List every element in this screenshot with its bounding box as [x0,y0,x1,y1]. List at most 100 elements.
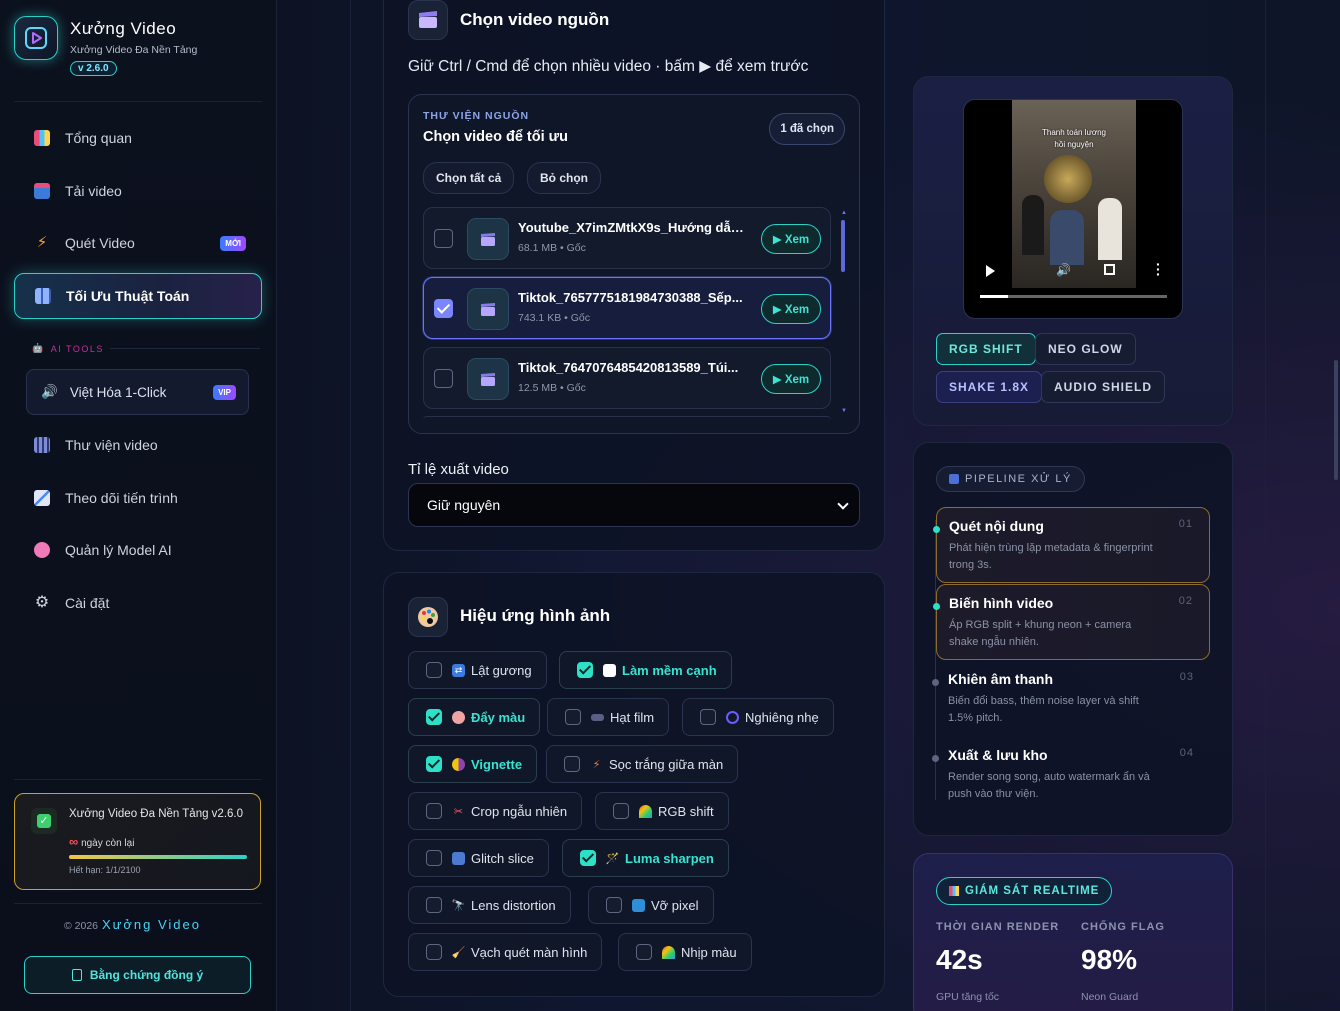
video-row[interactable]: Youtube_X7imZMtkX9s_Hướng dẫn ... 68.1 M… [423,207,831,269]
effect-checkbox[interactable] [613,803,629,819]
effect-checkbox[interactable] [426,709,442,725]
chevron-down-icon [837,498,849,510]
brand-subtitle: Xưởng Video Đa Nền Tảng [70,44,198,56]
fullscreen-icon[interactable] [1104,264,1115,275]
effect-checkbox[interactable] [564,756,580,772]
effect-flip[interactable]: ⇄ Lật gương [408,651,547,689]
source-hint: Giữ Ctrl / Cmd để chọn nhiều video · bấm… [408,58,809,75]
effect-vignette[interactable]: Vignette [408,745,538,783]
scrollbar[interactable]: ▲ ▼ [841,210,847,415]
nav-scan[interactable]: ⚡ Quét Video MỚI [14,220,262,266]
pipeline-header: PIPELINE XỬ LÝ [936,466,1085,492]
video-checkbox[interactable] [434,229,453,248]
effect-checkbox[interactable] [426,756,442,772]
bolt-small-icon: ⚡ [592,758,601,771]
effect-checkbox[interactable] [426,662,442,678]
preview-button[interactable]: ▶ Xem [761,294,821,324]
progress-track[interactable] [980,295,1167,298]
video-preview[interactable]: Thanh toán lương hồi nguyện 🔊 · · · [963,99,1183,319]
effect-lens-distortion[interactable]: 🔭 Lens distortion [408,886,571,924]
effect-scanline[interactable]: 🧹 Vạch quét màn hình [408,933,603,971]
video-meta: 68.1 MB • Gốc [518,242,586,254]
more-icon[interactable]: · · · [1156,257,1161,281]
video-checkbox[interactable] [434,369,453,388]
video-row[interactable]: Tiktok_7647076485420813589_Túi... 12.5 M… [423,347,831,409]
effect-checkbox[interactable] [426,897,442,913]
ratio-value: Giữ nguyên [427,497,501,513]
step-desc: Áp RGB split + khung neon + camera shake… [949,619,1132,648]
step-desc: Phát hiện trùng lặp metadata & fingerpri… [949,542,1153,571]
app-logo-icon [14,16,58,60]
effects-title: Hiệu ứng hình ảnh [460,606,611,625]
document-icon [71,969,82,981]
volume-icon[interactable]: 🔊 [1056,263,1071,277]
ratio-select[interactable]: Giữ nguyên [408,483,860,527]
consent-proof-button[interactable]: Bằng chứng đồng ý [24,956,251,994]
flag-label: CHỐNG FLAG [1081,921,1165,933]
effect-film-grain[interactable]: Hạt film [547,698,670,736]
nav-overview[interactable]: Tổng quan [14,115,262,161]
gear-icon: ⚙ [34,594,50,611]
monitor-card: GIÁM SÁT REALTIME THỜI GIAN RENDER 42s G… [913,853,1233,1011]
trend-icon [34,490,50,506]
version-badge: v 2.6.0 [70,61,117,76]
effect-checkbox[interactable] [426,944,442,960]
effect-rgb-shift[interactable]: RGB shift [595,792,729,830]
effect-checkbox[interactable] [700,709,716,725]
video-name: Tiktok_7647076485420813589_Túi... [518,360,739,375]
effect-checkbox[interactable] [426,850,442,866]
tag-audio-shield: AUDIO SHIELD [1041,371,1166,403]
step-dot [933,526,940,533]
scissors-icon: ✂ [453,805,464,818]
play-icon[interactable] [986,265,995,277]
tag-shake: SHAKE 1.8X [936,371,1043,403]
source-library: THƯ VIỆN NGUỒN Chọn video để tối ưu 1 đã… [408,94,860,434]
nav-optimize[interactable]: Tối Ưu Thuật Toán [14,273,262,319]
effect-color-pulse[interactable]: Nhịp màu [618,933,752,971]
nav-model[interactable]: Quản lý Model AI [14,527,262,573]
vip-badge: VIP [213,384,236,400]
effect-soft-edge[interactable]: Làm mềm cạnh [559,651,732,689]
preview-button[interactable]: ▶ Xem [761,224,821,254]
effect-white-stripe[interactable]: ⚡ Sọc trắng giữa màn [546,745,739,783]
effect-checkbox[interactable] [426,803,442,819]
film-small-icon [591,713,604,721]
video-name: Tiktok_7657775181984730388_Sếp... [518,290,743,305]
copyright: © 2026 Xưởng Video [64,917,201,932]
nav-library[interactable]: Thư viện video [14,422,262,468]
effect-checkbox[interactable] [577,662,593,678]
render-sub: GPU tăng tốc [936,991,1000,1003]
video-thumb-icon [467,358,509,400]
effect-glitch-slice[interactable]: Glitch slice [408,839,549,877]
effect-checkbox[interactable] [636,944,652,960]
library-caption: THƯ VIỆN NGUỒN [423,110,530,122]
license-progress-bar [69,855,247,859]
effect-tilt[interactable]: Nghiêng nhẹ [682,698,834,736]
deselect-button[interactable]: Bỏ chọn [527,162,601,194]
effect-pixel-break[interactable]: Vỡ pixel [588,886,714,924]
effect-checkbox[interactable] [580,850,596,866]
video-person [1050,210,1084,265]
spiral-icon [726,710,739,724]
page-scrollbar[interactable] [1334,360,1338,480]
effect-luma-sharpen[interactable]: 🪄 Luma sharpen [562,839,729,877]
palette-icon [408,597,448,637]
check-icon: ✓ [31,808,57,834]
effect-random-crop[interactable]: ✂ Crop ngẫu nhiên [408,792,583,830]
effect-color-push[interactable]: Đẩy màu [408,698,541,736]
video-person [1098,198,1122,260]
video-checkbox[interactable] [434,299,453,318]
step-title: Xuất & lưu kho [948,747,1048,763]
video-meta: 12.5 MB • Gốc [518,382,586,394]
nav-settings[interactable]: ⚙ Cài đặt [14,580,262,626]
effect-checkbox[interactable] [606,897,622,913]
effect-checkbox[interactable] [565,709,581,725]
video-decor [1044,155,1092,203]
nav-label: Theo dõi tiến trình [65,490,178,506]
nav-progress[interactable]: Theo dõi tiến trình [14,475,262,521]
viet-hoa-button[interactable]: 🔊 Việt Hóa 1-Click VIP [26,369,249,415]
video-row[interactable]: Tiktok_7657775181984730388_Sếp... 743.1 … [423,277,831,339]
preview-button[interactable]: ▶ Xem [761,364,821,394]
select-all-button[interactable]: Chọn tất cả [423,162,515,194]
nav-download[interactable]: Tải video [14,168,262,214]
